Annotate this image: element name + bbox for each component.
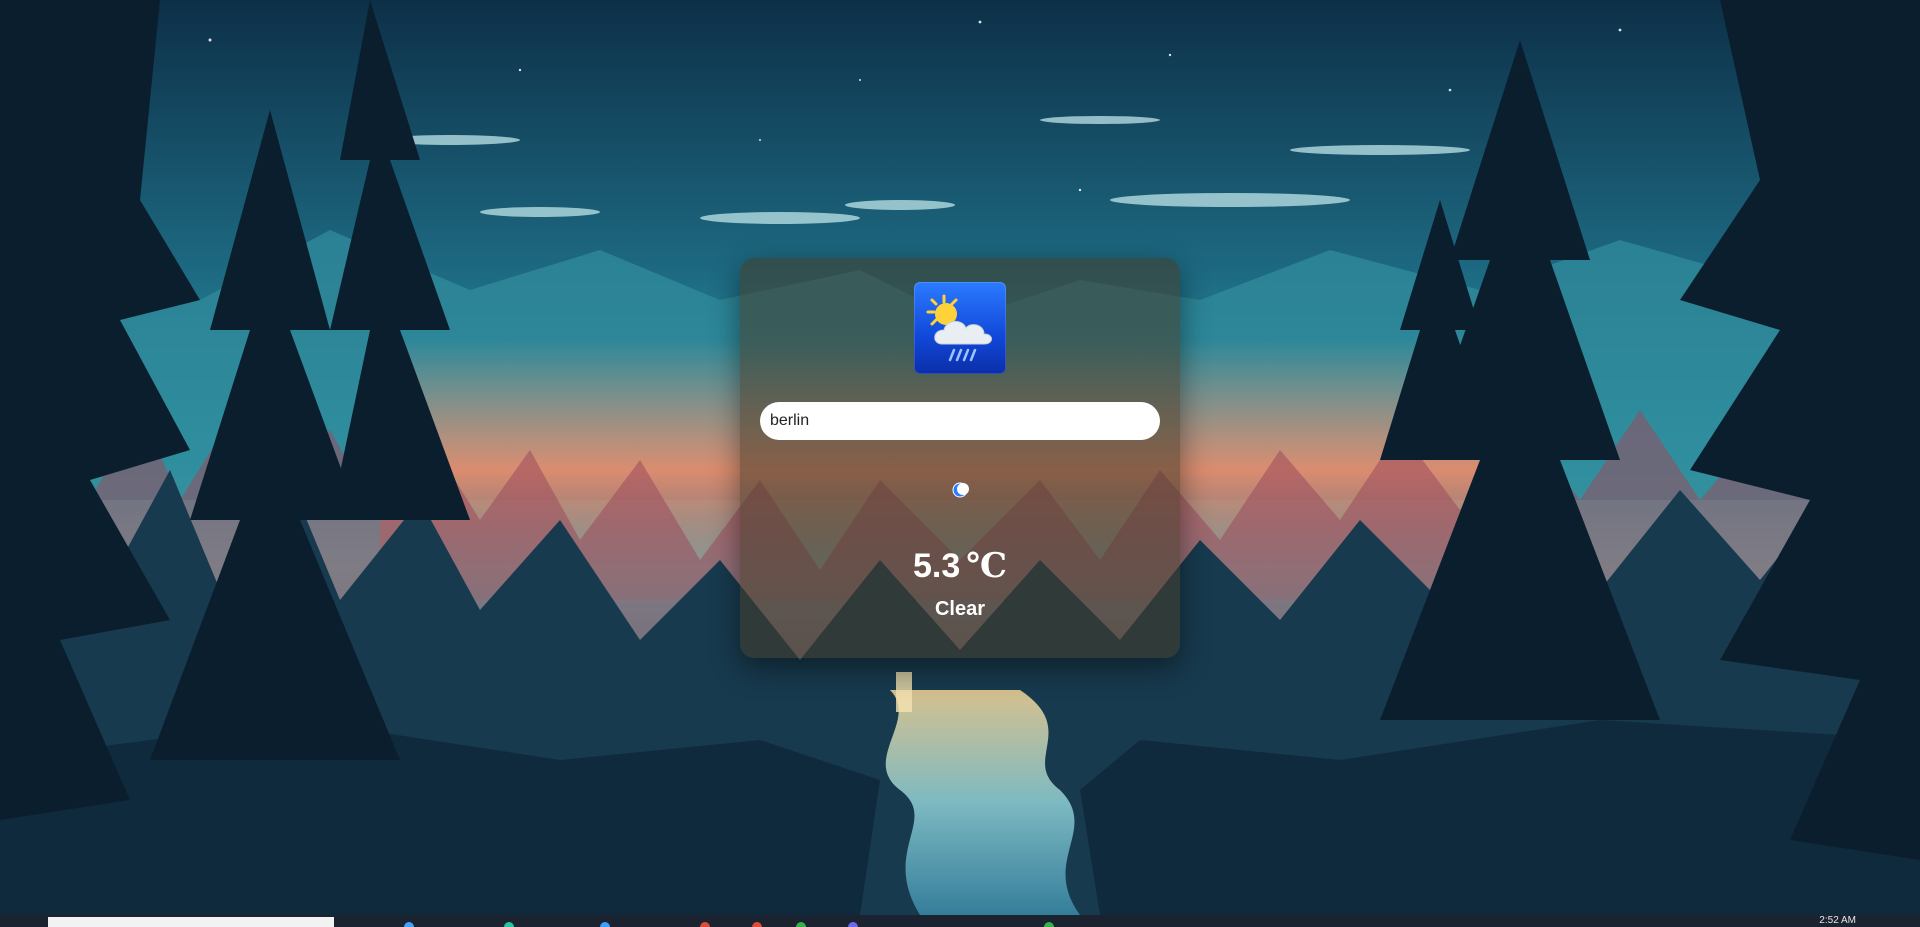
crescent-moon-icon bbox=[950, 480, 970, 500]
taskbar-search-box[interactable] bbox=[48, 917, 334, 927]
temperature-unit: ℃ bbox=[966, 546, 1007, 586]
taskbar-app-icon[interactable] bbox=[700, 922, 710, 927]
taskbar-app-icon[interactable] bbox=[504, 922, 514, 927]
temperature-display: 5.3 ℃ bbox=[740, 546, 1180, 586]
taskbar-app-icon[interactable] bbox=[404, 922, 414, 927]
sun-cloud-rain-icon bbox=[926, 294, 992, 362]
temperature-value: 5.3 bbox=[912, 547, 961, 585]
taskbar: 2:52 AM bbox=[0, 915, 1920, 927]
taskbar-app-icon[interactable] bbox=[600, 922, 610, 927]
weather-card: 5.3℃ Clear bbox=[740, 258, 1180, 658]
taskbar-clock[interactable]: 2:52 AM bbox=[1819, 916, 1856, 926]
city-search-input[interactable] bbox=[760, 402, 1160, 440]
taskbar-app-icon[interactable] bbox=[848, 922, 858, 927]
weather-app-logo bbox=[914, 282, 1006, 374]
taskbar-app-icon[interactable] bbox=[752, 922, 762, 927]
taskbar-app-icon[interactable] bbox=[1044, 922, 1054, 927]
taskbar-app-icon[interactable] bbox=[796, 922, 806, 927]
weather-condition: Clear bbox=[934, 598, 986, 620]
